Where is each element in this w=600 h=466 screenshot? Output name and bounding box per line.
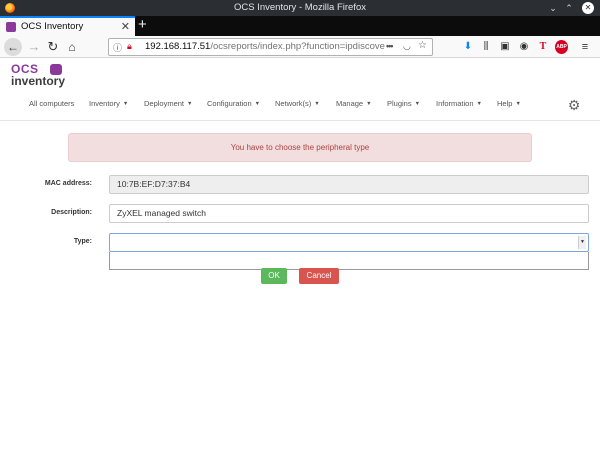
mac-address-field: 10:7B:EF:D7:37:B4 [109, 175, 589, 194]
hamburger-menu-icon[interactable]: ≡ [579, 40, 591, 54]
chevron-down-icon: ▼ [187, 101, 193, 107]
sidebar-icon[interactable]: ▣ [499, 40, 511, 54]
new-tab-button[interactable]: + [138, 17, 147, 33]
alert-text: You have to choose the peripheral type [230, 143, 370, 152]
menu-item-inventory[interactable]: Inventory ▼ [89, 99, 128, 108]
menu-item-networks[interactable]: Network(s) ▼ [275, 99, 320, 108]
tab-ocs-inventory[interactable]: OCS Inventory ✕ [0, 16, 135, 36]
cancel-button[interactable]: Cancel [299, 268, 339, 284]
chevron-down-icon: ▼ [414, 101, 421, 107]
tab-title: OCS Inventory [21, 21, 84, 32]
menu-item-all-computers[interactable]: All computers [29, 99, 74, 108]
library-icon[interactable]: ⫼ [480, 40, 492, 54]
navigation-toolbar: ← → ↻ ⌂ ⓘ 🔒︎ 192.168.117.51/ocsreports/i… [0, 36, 600, 58]
reload-button[interactable]: ↻ [45, 38, 61, 56]
error-alert: You have to choose the peripheral type [68, 133, 532, 162]
window-titlebar: OCS Inventory - Mozilla Firefox ⌄ ⌃ ✕ [0, 0, 600, 16]
menu-item-deployment[interactable]: Deployment ▼ [144, 99, 192, 108]
logo-inventory-text: inventory [11, 74, 66, 88]
url-text[interactable]: 192.168.117.51/ocsreports/index.php?func… [145, 41, 385, 52]
description-field[interactable]: ZyXEL managed switch [109, 204, 589, 223]
main-menu: All computers Inventory ▼ Deployment ▼ Con… [0, 99, 600, 113]
mac-address-label: MAC address: [44, 180, 92, 187]
select-dropdown-arrow-icon[interactable]: ▼ [578, 236, 586, 249]
description-label: Description: [51, 209, 92, 216]
window-close-button[interactable]: ✕ [582, 2, 594, 14]
type-label: Type: [73, 238, 92, 245]
bookmark-star-icon[interactable]: ☆ [418, 40, 427, 51]
window-menu-icon[interactable]: ⌄ [547, 2, 559, 14]
ocs-favicon-icon [6, 22, 16, 32]
forward-button[interactable]: → [26, 38, 42, 56]
window-title: OCS Inventory - Mozilla Firefox [234, 2, 366, 13]
pocket-icon[interactable]: ◡ [403, 41, 411, 52]
chevron-down-icon: ▼ [254, 101, 261, 107]
menu-item-help[interactable]: Help ▼ [497, 99, 521, 108]
ocs-logo[interactable]: OCS inventory [11, 62, 71, 88]
menu-item-manage[interactable]: Manage ▼ [336, 99, 372, 108]
page-actions-icon[interactable]: ••• [386, 41, 394, 51]
chevron-down-icon: ▼ [366, 101, 372, 107]
insecure-lock-icon[interactable]: 🔒︎ [127, 41, 132, 52]
chevron-down-icon: ▼ [122, 101, 129, 107]
ok-button[interactable]: OK [261, 268, 287, 284]
tab-close-icon[interactable]: ✕ [121, 20, 130, 33]
chevron-down-icon: ▼ [515, 101, 521, 107]
downloads-icon[interactable]: ⬇ [462, 40, 474, 54]
chevron-down-icon: ▼ [476, 101, 482, 107]
menu-item-information[interactable]: Information ▼ [436, 99, 482, 108]
type-dropdown-list[interactable] [109, 252, 589, 270]
minimize-icon[interactable]: ⌃ [563, 2, 575, 14]
home-button[interactable]: ⌂ [64, 38, 80, 56]
menu-divider [0, 120, 600, 121]
chevron-down-icon: ▼ [314, 101, 320, 107]
back-button[interactable]: ← [4, 38, 22, 56]
tab-bar: OCS Inventory ✕ + [0, 16, 600, 36]
account-icon[interactable]: ◉ [518, 40, 530, 54]
adblock-plus-icon[interactable]: ABP [555, 40, 568, 54]
info-icon[interactable]: ⓘ [113, 41, 122, 54]
menu-item-plugins[interactable]: Plugins ▼ [387, 99, 420, 108]
menu-item-configuration[interactable]: Configuration ▼ [207, 99, 260, 108]
settings-gear-icon[interactable]: ⚙ [567, 98, 581, 112]
type-select[interactable]: ▼ [109, 233, 589, 252]
url-bar[interactable]: ⓘ 🔒︎ 192.168.117.51/ocsreports/index.php… [108, 38, 433, 56]
translate-extension-icon[interactable]: T [537, 40, 549, 54]
